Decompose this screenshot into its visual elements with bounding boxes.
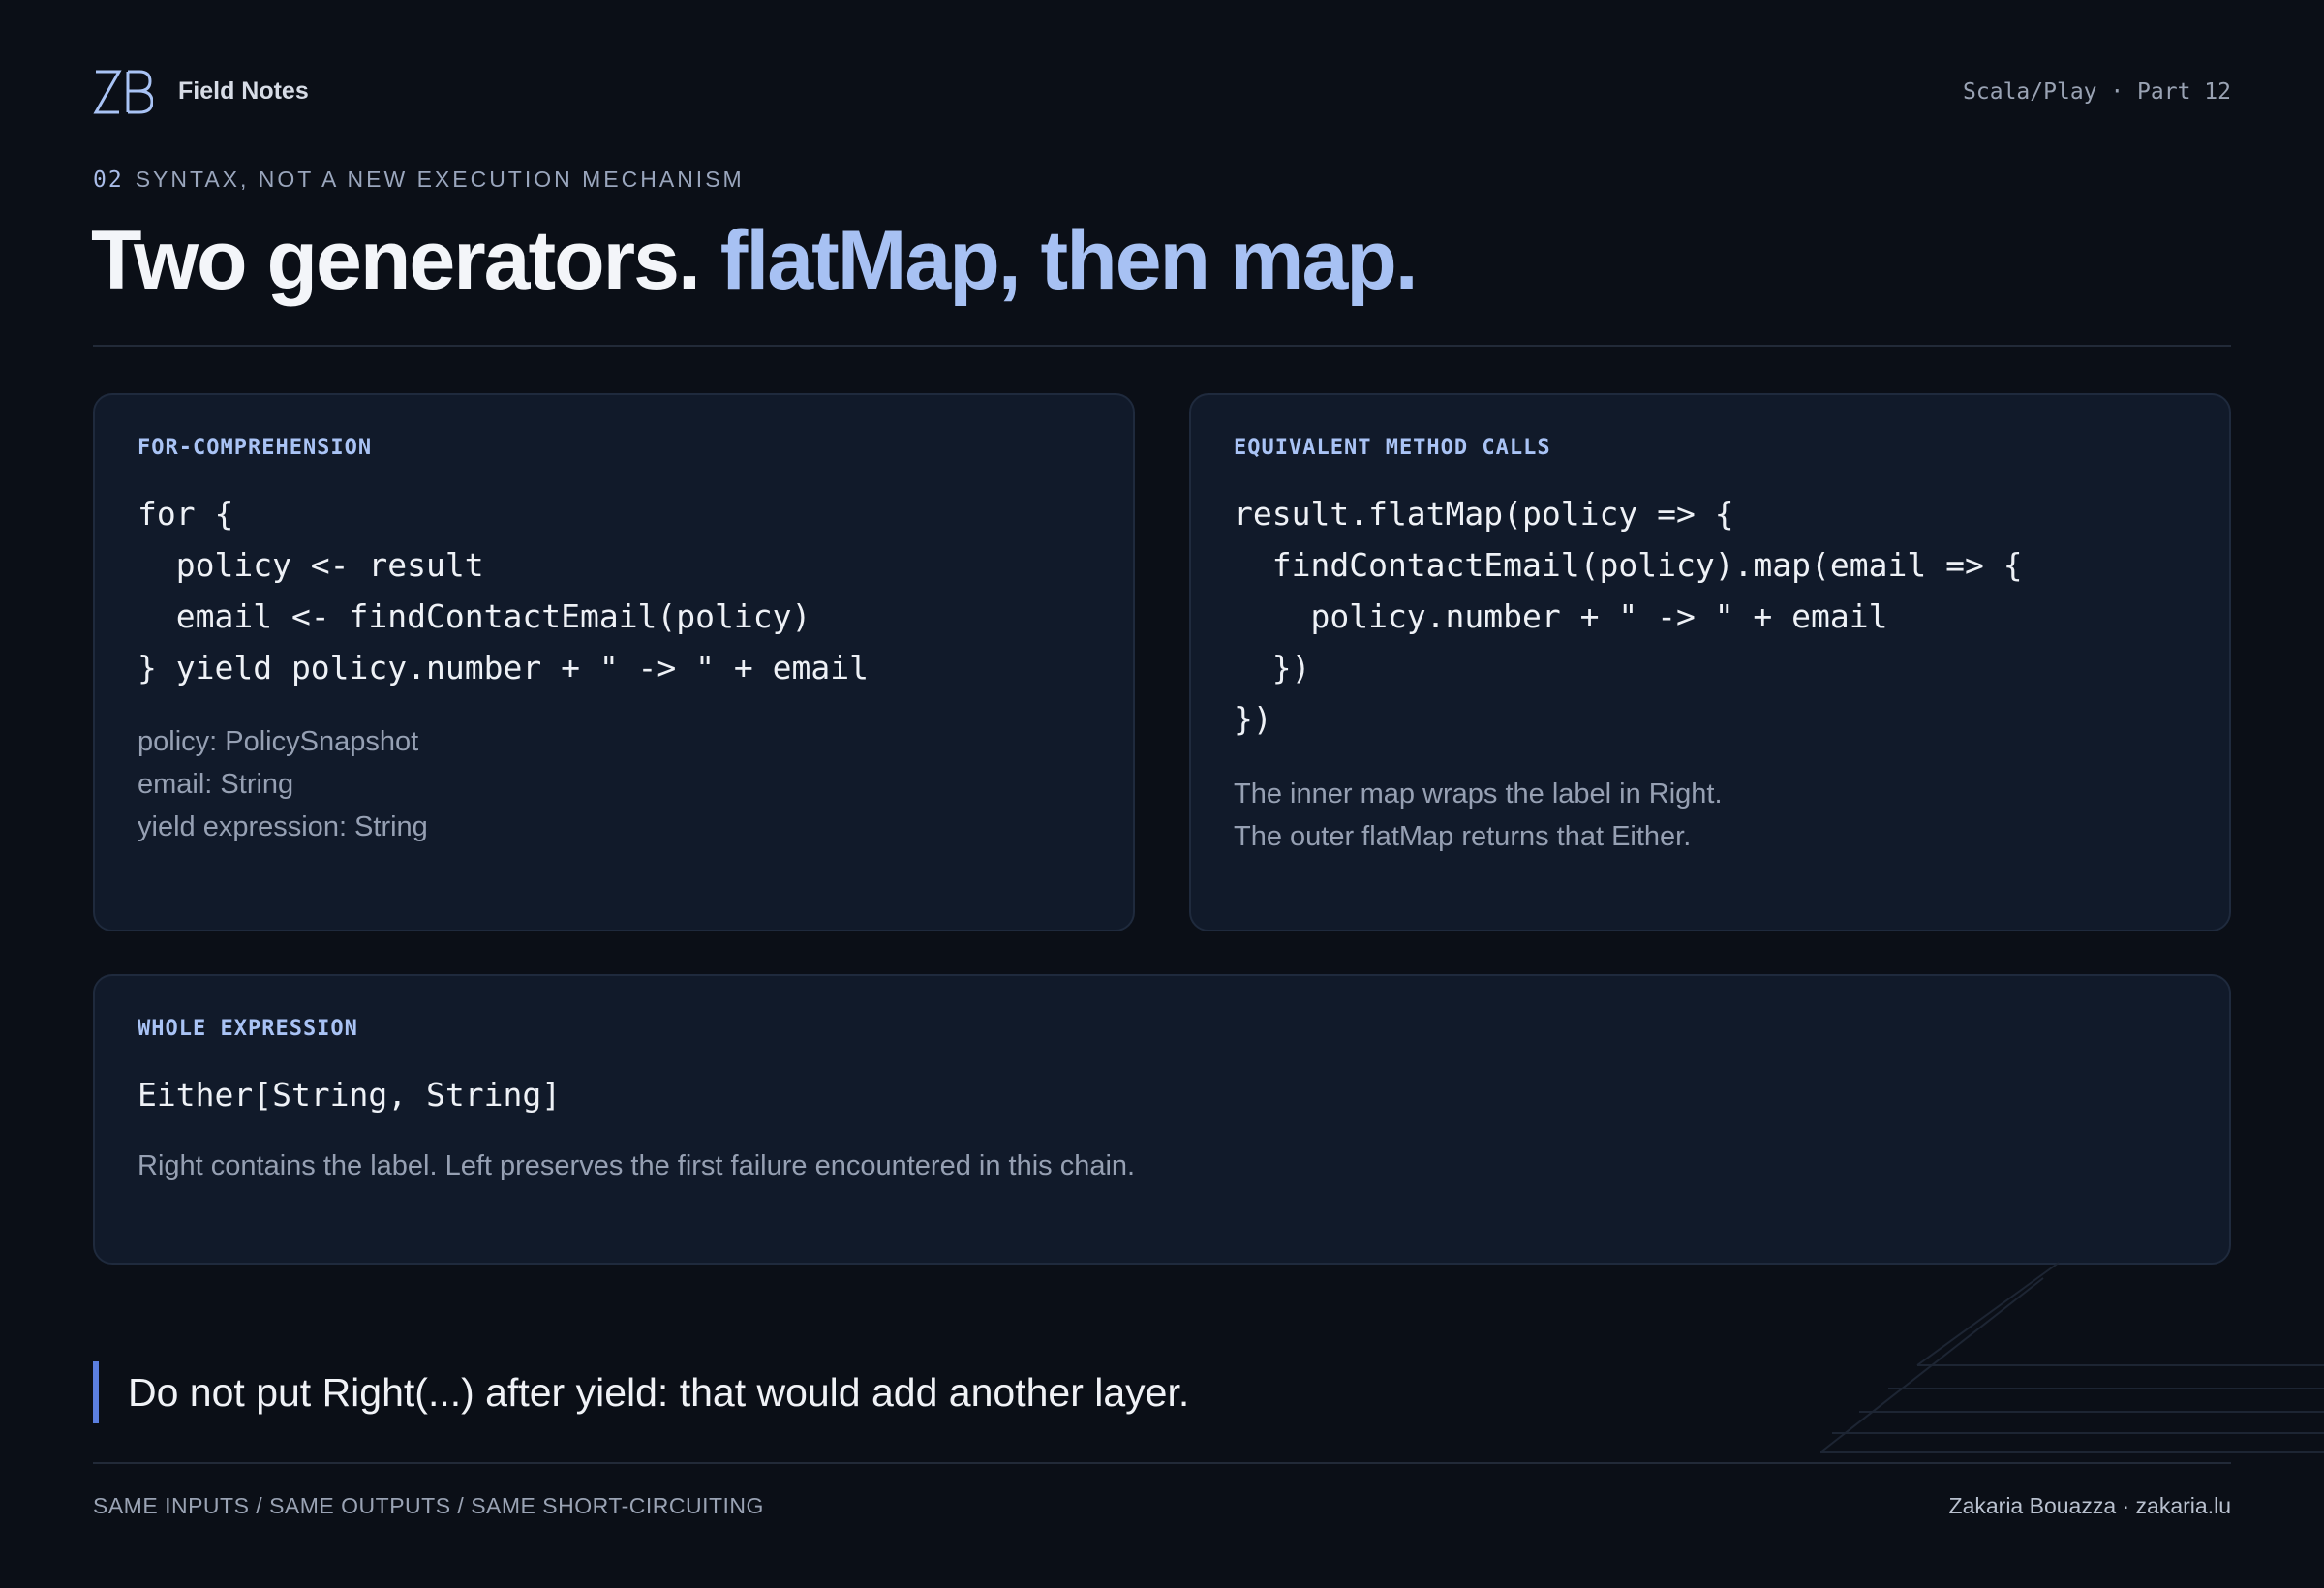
note-line: The outer flatMap returns that Either. <box>1234 821 1692 852</box>
type-signature: Either[String, String] <box>138 1076 562 1114</box>
whole-expression-card: WHOLE EXPRESSION Either[String, String] … <box>93 974 2231 1265</box>
explanation-note: Right contains the label. Left preserves… <box>138 1145 1135 1187</box>
section-kicker: 02 SYNTAX, NOT A NEW EXECUTION MECHANISM <box>93 167 745 193</box>
callout-quote: Do not put Right(...) after yield: that … <box>93 1361 1189 1423</box>
card-label: FOR-COMPREHENSION <box>138 436 373 460</box>
section-number: 02 <box>93 168 124 193</box>
section-kicker-text: SYNTAX, NOT A NEW EXECUTION MECHANISM <box>135 167 745 192</box>
page-title: Two generators. flatMap, then map. <box>91 213 1419 309</box>
title-accent: flatMap, then map. <box>719 214 1419 307</box>
type-notes: policy: PolicySnapshot email: String yie… <box>138 720 428 848</box>
explanation-notes: The inner map wraps the label in Right. … <box>1234 773 1723 858</box>
code-block: for { policy <- result email <- findCont… <box>138 495 869 687</box>
note-line: policy: PolicySnapshot <box>138 726 419 757</box>
header: Field Notes Scala/Play · Part 12 <box>93 62 2231 120</box>
card-label: WHOLE EXPRESSION <box>138 1017 358 1041</box>
note-line: Right contains the label. Left preserves… <box>138 1150 1136 1181</box>
divider-top <box>93 345 2231 347</box>
footer-tagline: SAME INPUTS / SAME OUTPUTS / SAME SHORT-… <box>93 1493 764 1518</box>
brand-name: Field Notes <box>178 77 309 105</box>
note-line: yield expression: String <box>138 811 428 842</box>
note-line: The inner map wraps the label in Right. <box>1234 779 1723 809</box>
method-calls-card: EQUIVALENT METHOD CALLS result.flatMap(p… <box>1189 393 2231 931</box>
divider-bottom <box>93 1462 2231 1464</box>
note-line: email: String <box>138 769 294 800</box>
code-block: result.flatMap(policy => { findContactEm… <box>1234 495 2023 738</box>
footer-author: Zakaria Bouazza · zakaria.lu <box>1948 1493 2231 1518</box>
for-comprehension-card: FOR-COMPREHENSION for { policy <- result… <box>93 393 1135 931</box>
zb-logo-icon <box>93 70 153 114</box>
title-main: Two generators. <box>91 214 701 307</box>
decorative-lines-icon <box>1820 1262 2324 1453</box>
card-label: EQUIVALENT METHOD CALLS <box>1234 436 1551 460</box>
series-label: Scala/Play · Part 12 <box>1963 79 2231 105</box>
